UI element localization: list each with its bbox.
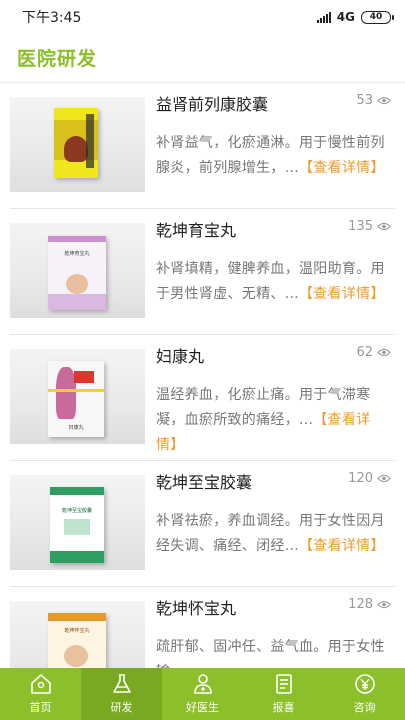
tab-good-news[interactable]: 报喜 [243, 668, 324, 720]
product-description: 补肾益气，化瘀通淋。用于慢性前列腺炎，前列腺增生，...【查看详情】 [156, 135, 385, 176]
product-list[interactable]: 益肾前列康胶囊 53 补肾益气，化瘀通淋。用于慢性前列腺炎，前列腺增生，...【… [0, 82, 405, 668]
eye-icon [377, 600, 391, 609]
product-image: 乾坤育宝丸 [10, 223, 145, 318]
product-image: 乾坤怀宝丸 [10, 601, 145, 668]
tab-good-doctor[interactable]: 好医生 [162, 668, 243, 720]
view-details-link[interactable]: 【查看详情】 [299, 160, 385, 176]
tab-label: 首页 [29, 701, 52, 714]
tab-label: 研发 [110, 701, 133, 714]
status-bar: 下午3:45 4G 40 [0, 0, 405, 34]
status-icons: 4G 40 [316, 10, 394, 24]
view-count: 53 [356, 93, 391, 108]
tab-label: 好医生 [186, 701, 219, 714]
view-count: 128 [348, 597, 391, 612]
signal-icon [316, 11, 331, 23]
battery-icon: 40 [361, 10, 394, 24]
eye-icon [377, 222, 391, 231]
product-name[interactable]: 乾坤至宝胶囊 [156, 469, 252, 493]
yen-coin-icon [354, 674, 375, 694]
home-location-icon [30, 674, 51, 694]
page-title: 医院研发 [17, 48, 98, 70]
product-name[interactable]: 乾坤怀宝丸 [156, 595, 236, 619]
product-description: 温经养血，化瘀止痛。用于气滞寒凝，血瘀所致的痛经，...【查看详情】 [156, 387, 371, 453]
list-item[interactable]: 妇康丸 妇康丸 62 温经养血，化瘀止痛。用于气滞寒凝，血瘀所致的痛经，...【… [10, 335, 395, 461]
product-image [10, 97, 145, 192]
view-count: 62 [356, 345, 391, 360]
bottom-tab-bar: 首页 研发 好医生 报喜 咨询 [0, 668, 405, 720]
tab-home[interactable]: 首页 [0, 668, 81, 720]
view-count: 135 [348, 219, 391, 234]
view-details-link[interactable]: 【查看详情】 [299, 286, 385, 302]
product-image: 妇康丸 [10, 349, 145, 444]
doctor-icon [193, 674, 212, 694]
tab-consult[interactable]: 咨询 [324, 668, 405, 720]
list-item[interactable]: 乾坤至宝胶囊 乾坤至宝胶囊 120 补肾祛瘀，养血调经。用于女性因月经失调、痛经… [10, 461, 395, 587]
list-item[interactable]: 益肾前列康胶囊 53 补肾益气，化瘀通淋。用于慢性前列腺炎，前列腺增生，...【… [10, 83, 395, 209]
network-type: 4G [336, 10, 355, 24]
product-name[interactable]: 益肾前列康胶囊 [156, 91, 268, 115]
flask-icon [112, 674, 131, 693]
tab-label: 报喜 [272, 701, 295, 714]
view-details-link[interactable]: 【查看详情】 [299, 538, 385, 554]
product-description: 补肾填精，健脾养血，温阳助育。用于男性肾虚、无精、...【查看详情】 [156, 261, 385, 302]
eye-icon [377, 348, 391, 357]
eye-icon [377, 474, 391, 483]
list-item[interactable]: 乾坤育宝丸 乾坤育宝丸 135 补肾填精，健脾养血，温阳助育。用于男性肾虚、无精… [10, 209, 395, 335]
battery-level: 40 [369, 12, 383, 22]
tab-research[interactable]: 研发 [81, 668, 162, 720]
product-name[interactable]: 乾坤育宝丸 [156, 217, 236, 241]
view-count: 120 [348, 471, 391, 486]
product-description: 补肾祛瘀，养血调经。用于女性因月经失调、痛经、闭经...【查看详情】 [156, 513, 385, 554]
report-icon [275, 674, 292, 694]
list-item[interactable]: 乾坤怀宝丸 乾坤怀宝丸 128 疏肝郁、固冲任、益气血。用于女性输 [10, 587, 395, 668]
product-description: 疏肝郁、固冲任、益气血。用于女性输 [156, 639, 385, 668]
status-time: 下午3:45 [22, 10, 82, 26]
tab-label: 咨询 [353, 701, 376, 714]
eye-icon [377, 96, 391, 105]
product-image: 乾坤至宝胶囊 [10, 475, 145, 570]
product-name[interactable]: 妇康丸 [156, 343, 204, 367]
